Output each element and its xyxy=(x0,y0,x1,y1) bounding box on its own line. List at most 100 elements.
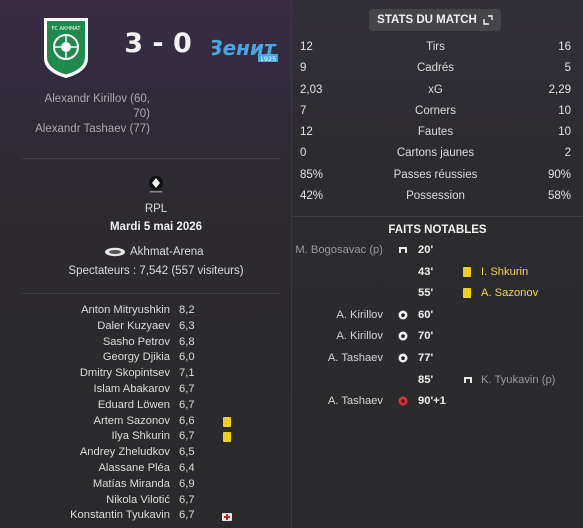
player-row[interactable]: Daler Kuzyaev 6,3 xyxy=(0,320,292,336)
player-name[interactable]: Nikola Vilotić xyxy=(106,494,170,506)
player-rating: 6,7 xyxy=(179,382,195,395)
event-away-player[interactable]: I. Shkurin xyxy=(481,266,528,278)
stat-label: Cartons jaunes xyxy=(396,147,475,160)
player-rating: 6,0 xyxy=(179,351,195,364)
away-stat: 58% xyxy=(547,190,571,203)
player-row[interactable]: Georgy Djikia 6,0 xyxy=(0,351,292,367)
player-rating: 6,9 xyxy=(179,477,195,490)
home-badge-text: FC AKHMAT xyxy=(52,26,82,32)
scoreline: 3 - 0 xyxy=(112,28,204,59)
away-badge-year: 1925 xyxy=(260,55,277,63)
match-stats-button[interactable]: STATS DU MATCH xyxy=(369,9,501,31)
event-away-player[interactable]: K. Tyukavin (p) xyxy=(481,374,555,386)
player-rating: 6,3 xyxy=(179,319,195,332)
event-away-player[interactable]: A. Sazonov xyxy=(481,287,538,299)
scorer-line: Alexandr Kirillov (60, xyxy=(44,93,150,105)
player-row[interactable]: Andrey Zheludkov 6,5 xyxy=(0,446,292,462)
event-minute: 77' xyxy=(418,351,434,364)
player-name[interactable]: Matías Miranda xyxy=(93,478,170,490)
player-row[interactable]: Matías Miranda 6,9 xyxy=(0,478,292,494)
home-scorers: Alexandr Kirillov (60, 70) Alexandr Tash… xyxy=(0,92,150,137)
player-name[interactable]: Andrey Zheludkov xyxy=(80,446,170,458)
events-title: FAITS NOTABLES xyxy=(388,224,487,236)
stadium[interactable]: Akhmat-Arena xyxy=(104,244,204,260)
event-minute: 43' xyxy=(418,265,434,278)
player-row[interactable]: Sasho Petrov 6,8 xyxy=(0,336,292,352)
away-stat: 2 xyxy=(564,147,571,160)
yellow-card-icon xyxy=(463,266,471,277)
event-row: 43' I. Shkurin xyxy=(292,262,583,284)
section-divider xyxy=(292,216,583,217)
injury-icon xyxy=(464,376,472,383)
event-row: 85' K. Tyukavin (p) xyxy=(292,370,583,392)
yellow-card-icon xyxy=(223,432,231,443)
event-home-player[interactable]: A. Tashaev xyxy=(328,395,383,407)
event-minute: 85' xyxy=(418,373,434,386)
player-row[interactable]: Nikola Vilotić 6,7 xyxy=(0,494,292,510)
event-minute: 60' xyxy=(418,308,434,321)
player-name[interactable]: Ilya Shkurin xyxy=(112,430,170,442)
away-stat: 10 xyxy=(558,104,571,117)
stat-label: Fautes xyxy=(417,126,454,139)
match-stats-title: STATS DU MATCH xyxy=(377,14,477,26)
stadium-icon xyxy=(105,247,125,257)
player-row[interactable]: Anton Mitryushkin 8,2 xyxy=(0,304,292,320)
stat-label: xG xyxy=(428,83,443,96)
event-minute: 70' xyxy=(418,330,434,343)
player-name[interactable]: Daler Kuzyaev xyxy=(97,320,170,332)
player-row[interactable]: Alassane Pléa 6,4 xyxy=(0,462,292,478)
stat-row: 12 Fautes 10 xyxy=(300,123,571,144)
event-row: A. Kirillov 70' xyxy=(292,326,583,348)
player-ratings-list: Anton Mitryushkin 8,2 Daler Kuzyaev 6,3 Sa… xyxy=(0,304,292,525)
home-score: 3 xyxy=(124,28,143,59)
player-name[interactable]: Islam Abakarov xyxy=(94,383,170,395)
away-stat: 10 xyxy=(558,126,571,139)
event-home-player[interactable]: A. Kirillov xyxy=(336,330,383,342)
player-rating: 6,6 xyxy=(179,414,195,427)
competition-name[interactable]: RPL xyxy=(0,203,312,215)
event-home-player[interactable]: A. Tashaev xyxy=(328,352,383,364)
player-row[interactable]: Dmitry Skopintsev 7,1 xyxy=(0,367,292,383)
player-name[interactable]: Anton Mitryushkin xyxy=(81,304,170,316)
stat-row: 12 Tirs 16 xyxy=(300,38,571,59)
stat-row: 85% Passes réussies 90% xyxy=(300,166,571,187)
player-name[interactable]: Alassane Pléa xyxy=(98,462,170,474)
player-row[interactable]: Ilya Shkurin 6,7 xyxy=(0,430,292,446)
player-row[interactable]: Islam Abakarov 6,7 xyxy=(0,383,292,399)
stats-table: 12 Tirs 16 9 Cadrés 5 2,03 xG 2,29 7 Corners 10 … xyxy=(300,38,571,208)
stat-row: 2,03 xG 2,29 xyxy=(300,81,571,102)
player-name[interactable]: Eduard Löwen xyxy=(98,399,170,411)
section-divider xyxy=(22,158,280,159)
missed-ball-icon xyxy=(398,396,408,406)
player-row[interactable]: Konstantin Tyukavin 6,7 xyxy=(0,509,292,525)
stat-row: 0 Cartons jaunes 2 xyxy=(300,144,571,165)
home-team-badge-icon[interactable]: FC AKHMAT xyxy=(40,14,92,80)
player-name[interactable]: Konstantin Tyukavin xyxy=(70,509,170,521)
stat-label: Possession xyxy=(406,190,465,203)
stat-row: 42% Possession 58% xyxy=(300,187,571,208)
player-row[interactable]: Artem Sazonov 6,6 xyxy=(0,415,292,431)
player-name[interactable]: Dmitry Skopintsev xyxy=(80,367,170,379)
spectators: Spectateurs : 7,542 (557 visiteurs) xyxy=(68,265,244,277)
event-row: M. Bogosavac (p) 20' xyxy=(292,240,583,262)
player-name[interactable]: Artem Sazonov xyxy=(94,415,170,427)
event-row: A. Tashaev 77' xyxy=(292,348,583,370)
player-rating: 6,7 xyxy=(179,509,195,522)
player-name[interactable]: Sasho Petrov xyxy=(103,336,170,348)
event-home-player[interactable]: A. Kirillov xyxy=(336,309,383,321)
injury-icon xyxy=(399,247,407,253)
away-team-badge-icon[interactable]: Зенит 1925 xyxy=(212,30,280,68)
yellow-card-icon xyxy=(223,416,231,427)
away-stat: 5 xyxy=(564,62,571,75)
stadium-name: Akhmat-Arena xyxy=(130,246,204,258)
event-minute: 55' xyxy=(418,287,434,300)
stat-row: 7 Corners 10 xyxy=(300,102,571,123)
competition-logo-icon[interactable] xyxy=(146,174,166,194)
player-rating: 6,4 xyxy=(179,461,195,474)
player-rating: 6,7 xyxy=(179,430,195,443)
player-row[interactable]: Eduard Löwen 6,7 xyxy=(0,399,292,415)
player-name[interactable]: Georgy Djikia xyxy=(103,351,170,363)
event-home-player[interactable]: M. Bogosavac (p) xyxy=(295,244,383,256)
injury-icon xyxy=(222,513,232,522)
away-score: 0 xyxy=(173,28,192,59)
